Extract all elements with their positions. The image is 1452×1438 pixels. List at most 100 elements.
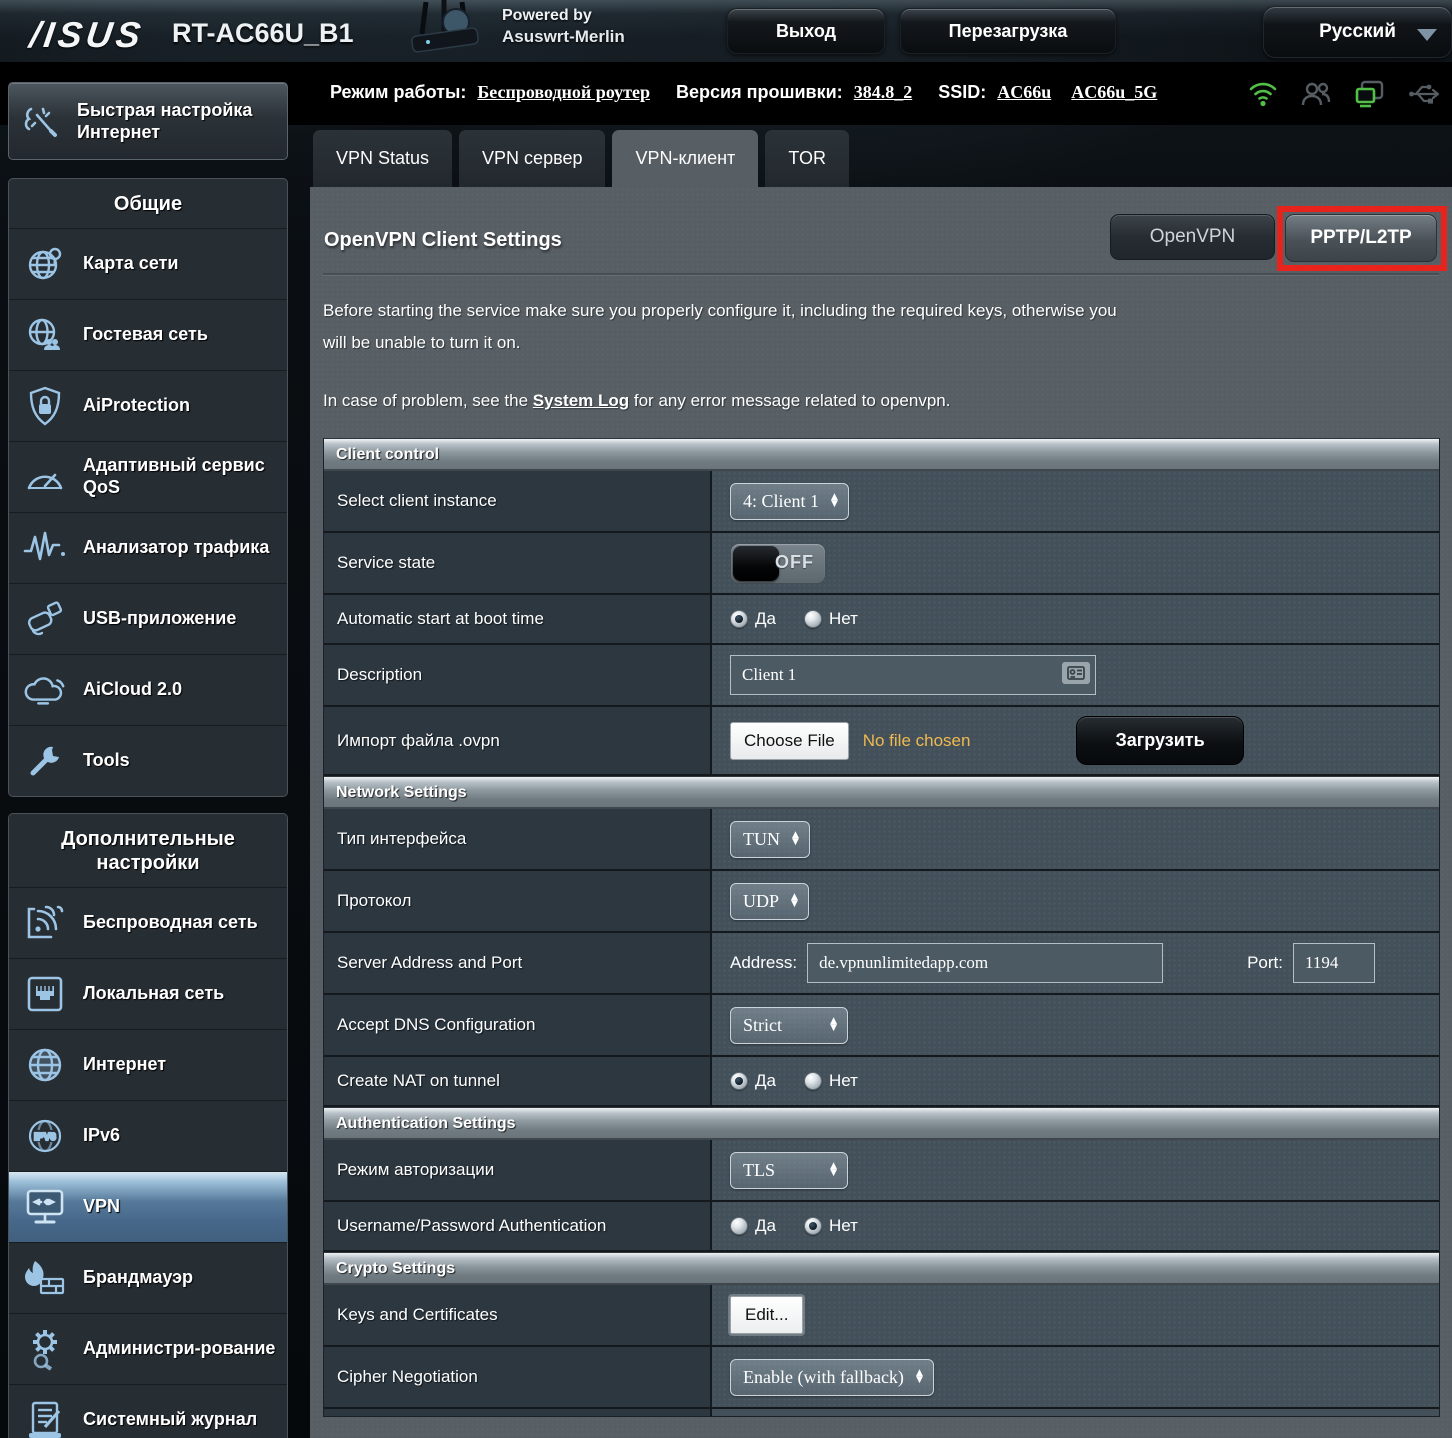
devices-icon[interactable] — [1354, 80, 1386, 108]
service-state-toggle[interactable]: OFF — [730, 542, 826, 584]
powered-by-line1: Powered by — [502, 7, 592, 24]
sidebar-item-internet[interactable]: Интернет — [9, 1029, 287, 1100]
settings-table: Client control Select client instance 4:… — [323, 438, 1440, 1417]
row-select-client-instance: Select client instance 4: Client 1 ▲ ▼ — [324, 471, 1439, 533]
upload-button[interactable]: Загрузить — [1076, 716, 1244, 765]
sidebar-item-label: IPv6 — [83, 1125, 121, 1146]
sidebar-item-ipv6[interactable]: IPV6 IPv6 — [9, 1100, 287, 1171]
sidebar-item-network-map[interactable]: Карта сети — [9, 228, 287, 299]
row-label: Режим авторизации — [324, 1140, 712, 1200]
wifi-icon[interactable] — [1248, 80, 1278, 108]
gauge-icon — [23, 455, 67, 499]
userpass-yes-radio[interactable]: Да — [730, 1216, 776, 1236]
sidebar-item-label: Администри-рование — [83, 1338, 276, 1359]
sidebar-item-label: Системный журнал — [83, 1409, 258, 1430]
sidebar-item-label: Беспроводная сеть — [83, 912, 258, 933]
status-icons — [1248, 80, 1442, 108]
row-label: Протокол — [324, 871, 712, 931]
row-service-state: Service state OFF — [324, 533, 1439, 595]
clients-icon[interactable] — [1300, 80, 1332, 108]
sidebar-item-firewall[interactable]: Брандмауэр — [9, 1242, 287, 1313]
reboot-button[interactable]: Перезагрузка — [900, 8, 1116, 54]
row-label: Cipher Negotiation — [324, 1347, 712, 1407]
sidebar-item-label: Интернет — [83, 1054, 167, 1075]
quick-setup-icon — [19, 99, 63, 143]
ssid-5g-link[interactable]: AC66u_5G — [1071, 82, 1157, 102]
row-label: Тип интерфейса — [324, 809, 712, 869]
sidebar-item-adaptive-qos[interactable]: Адаптивный сервис QoS — [9, 441, 287, 512]
sidebar-group-general: Общие Карта сети Гостевая сеть AiProtect… — [8, 178, 288, 797]
tab-vpn-server[interactable]: VPN сервер — [459, 130, 606, 187]
edit-keys-button[interactable]: Edit... — [730, 1296, 804, 1334]
select-spinner-icon: ▲ ▼ — [792, 830, 799, 847]
sidebar-quick-setup-button[interactable]: Быстрая настройка Интернет — [8, 82, 288, 160]
wireless-icon — [23, 901, 67, 945]
top-bar: /ISUS RT-AC66U_B1 Powered by Asuswrt-Mer… — [0, 0, 1452, 62]
row-label: Select client instance — [324, 471, 712, 531]
select-spinner-icon: ▲ ▼ — [915, 1368, 923, 1385]
sidebar-item-label: Локальная сеть — [83, 983, 225, 1004]
radio-label: Нет — [828, 1216, 858, 1235]
pptp-l2tp-mode-button[interactable]: PPTP/L2TP — [1285, 214, 1437, 262]
server-port-input[interactable] — [1293, 943, 1375, 983]
firmware-value-link[interactable]: 384.8_2 — [854, 82, 913, 102]
section-header-client-control: Client control — [324, 438, 1439, 471]
logout-button[interactable]: Выход — [727, 8, 885, 54]
row-auto-start: Automatic start at boot time Да Нет — [324, 595, 1439, 645]
tab-vpn-client[interactable]: VPN-клиент — [612, 130, 759, 187]
sidebar-item-vpn[interactable]: VPN — [9, 1171, 287, 1242]
userpass-no-radio[interactable]: Нет — [803, 1216, 858, 1236]
sidebar-item-lan[interactable]: Локальная сеть — [9, 958, 287, 1029]
sidebar-item-tools[interactable]: Tools — [9, 725, 287, 796]
ssid-label: SSID: — [938, 82, 987, 102]
choose-file-button[interactable]: Choose File — [730, 721, 849, 760]
create-nat-yes-radio[interactable]: Да — [730, 1071, 776, 1091]
contact-card-icon[interactable] — [1062, 662, 1090, 684]
openvpn-mode-button[interactable]: OpenVPN — [1110, 214, 1275, 260]
sidebar-item-guest-network[interactable]: Гостевая сеть — [9, 299, 287, 370]
accept-dns-select[interactable]: Strict ▲ ▼ — [730, 1006, 848, 1044]
tab-vpn-status[interactable]: VPN Status — [313, 130, 453, 187]
tab-tor[interactable]: TOR — [765, 130, 849, 187]
language-selector[interactable]: Русский — [1263, 6, 1452, 58]
protocol-select[interactable]: UDP ▲ ▼ — [730, 882, 809, 920]
sidebar-item-system-log[interactable]: Системный журнал — [9, 1384, 287, 1438]
protocol-value: UDP — [743, 890, 780, 911]
interface-type-value: TUN — [743, 828, 780, 849]
main-content: VPN Status VPN сервер VPN-клиент TOR Ope… — [310, 130, 1452, 1438]
radio-dot — [730, 610, 748, 628]
address-label: Address: — [730, 953, 798, 972]
description-input[interactable] — [730, 655, 1096, 695]
sidebar-item-label: Адаптивный сервис QoS — [83, 455, 265, 497]
sidebar-item-label: Гостевая сеть — [83, 324, 208, 345]
ssid-24-link[interactable]: AC66u — [997, 82, 1051, 102]
auto-start-no-radio[interactable]: Нет — [803, 609, 858, 629]
sidebar-item-label: Анализатор трафика — [83, 537, 270, 558]
sidebar-item-wireless[interactable]: Беспроводная сеть — [9, 887, 287, 958]
system-log-link[interactable]: System Log — [533, 391, 629, 410]
sidebar-item-administration[interactable]: Администри-рование — [9, 1313, 287, 1384]
toggle-state-label: OFF — [775, 551, 814, 572]
server-address-input[interactable] — [807, 943, 1164, 983]
mode-value-link[interactable]: Беспроводной роутер — [477, 82, 650, 102]
create-nat-no-radio[interactable]: Нет — [803, 1071, 858, 1091]
router-model: RT-AC66U_B1 — [172, 18, 354, 48]
interface-type-select[interactable]: TUN ▲ ▼ — [730, 820, 810, 858]
row-cipher-negotiation: Cipher Negotiation Enable (with fallback… — [324, 1347, 1439, 1409]
section-header-authentication: Authentication Settings — [324, 1107, 1439, 1140]
sidebar-item-traffic-analyzer[interactable]: Анализатор трафика — [9, 512, 287, 583]
chevron-down-icon — [1417, 29, 1437, 41]
accept-dns-value: Strict — [743, 1014, 782, 1035]
sidebar-item-usb-application[interactable]: USB-приложение — [9, 583, 287, 654]
page-title: OpenVPN Client Settings — [324, 229, 562, 251]
row-label: Server Address and Port — [324, 933, 712, 993]
sidebar-item-aiprotection[interactable]: AiProtection — [9, 370, 287, 441]
sidebar-item-aicloud[interactable]: AiCloud 2.0 — [9, 654, 287, 725]
auth-mode-select[interactable]: TLS ▲ ▼ — [730, 1151, 848, 1189]
cipher-negotiation-select[interactable]: Enable (with fallback) ▲ ▼ — [730, 1358, 934, 1396]
usb-icon[interactable] — [1408, 81, 1442, 107]
file-status-text: No file chosen — [862, 730, 971, 750]
auto-start-yes-radio[interactable]: Да — [730, 609, 776, 629]
radio-label: Да — [755, 609, 776, 628]
client-instance-select[interactable]: 4: Client 1 ▲ ▼ — [730, 482, 849, 520]
